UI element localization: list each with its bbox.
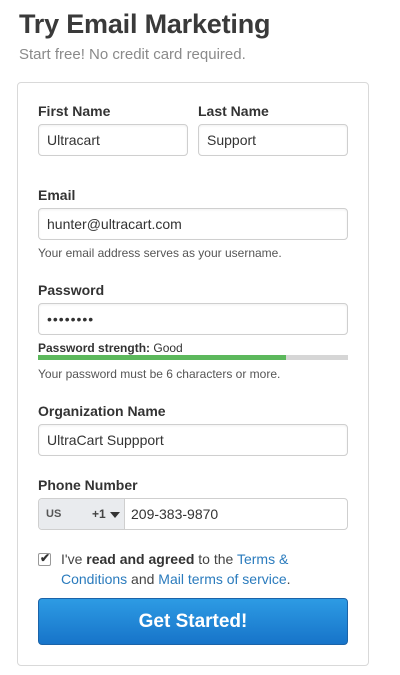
password-strength-fill [38,355,286,360]
mail-terms-link[interactable]: Mail terms of service [158,571,286,587]
agree-text-end: . [286,571,291,587]
phone-label: Phone Number [38,477,138,493]
last-name-label: Last Name [198,103,269,119]
agree-checkbox[interactable]: ✔ [38,551,51,566]
password-strength-value: Good [153,341,183,355]
get-started-button[interactable]: Get Started! [38,598,348,645]
phone-country-selector[interactable]: US +1 [39,499,125,529]
password-strength-text: Password strength: Good [38,341,183,355]
agree-text-bold: read and agreed [86,551,195,567]
agree-text-pre: I've [61,551,87,567]
page-title: Try Email Marketing [19,9,271,39]
organization-input[interactable] [38,424,348,456]
checkmark-icon: ✔ [40,551,51,565]
phone-dial-code: +1 [92,507,106,521]
password-help-text: Your password must be 6 characters or mo… [38,367,281,381]
first-name-input[interactable] [38,124,188,156]
email-input[interactable] [38,208,348,240]
agree-text: I've read and agreed to the Terms & Cond… [61,549,331,589]
page-subtitle: Start free! No credit card required. [19,46,246,63]
agree-text-mid: to the [194,551,237,567]
first-name-label: First Name [38,103,111,119]
organization-label: Organization Name [38,403,166,419]
last-name-input[interactable] [198,124,348,156]
chevron-down-icon [110,512,120,518]
email-label: Email [38,187,76,203]
password-strength-label: Password strength: [38,341,151,355]
phone-country-code: US [46,508,62,520]
password-strength-bar [38,355,348,360]
password-label: Password [38,282,105,298]
phone-field: US +1 [38,498,348,530]
phone-number-input[interactable] [131,499,345,529]
password-input[interactable] [38,303,348,335]
email-help-text: Your email address serves as your userna… [38,246,282,260]
agree-text-and: and [127,571,159,587]
